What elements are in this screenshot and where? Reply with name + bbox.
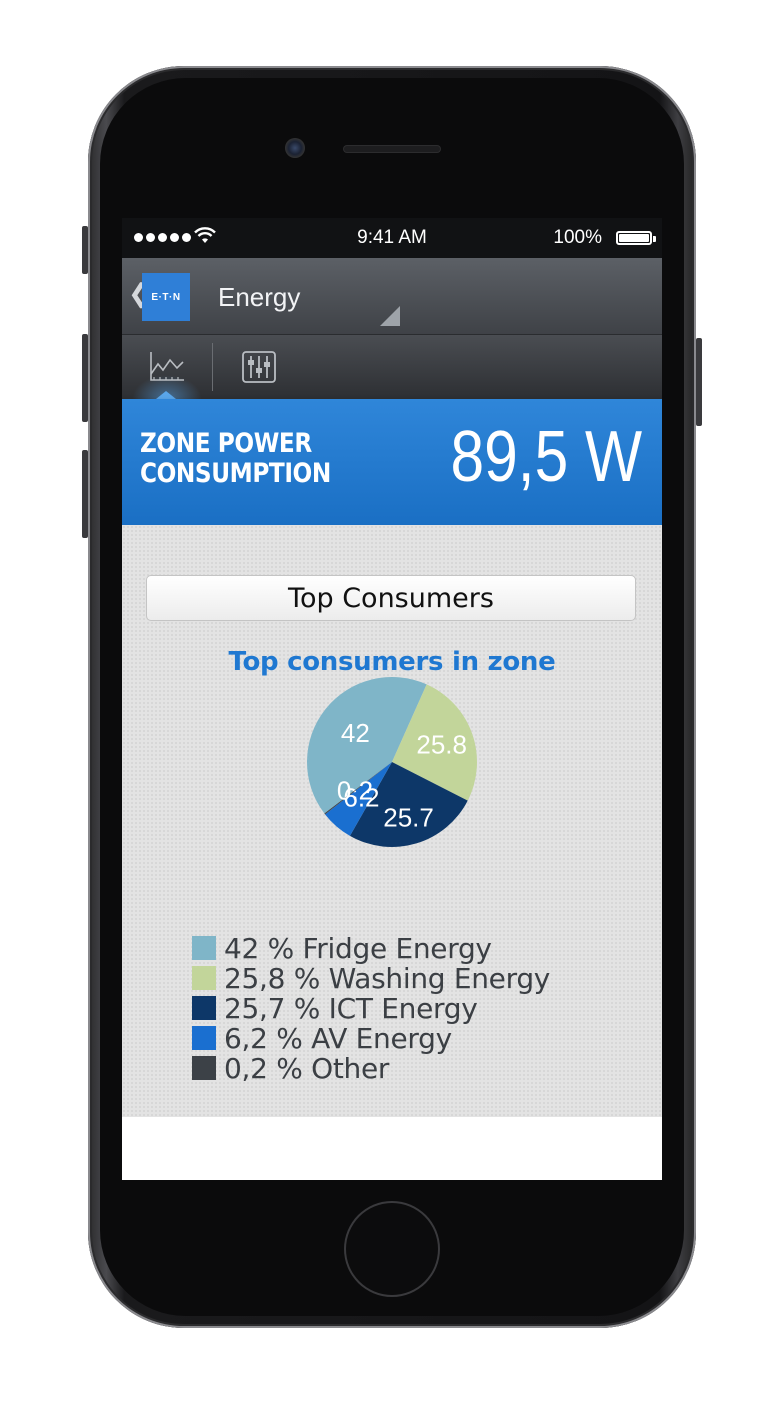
app-title: Energy <box>218 282 301 312</box>
legend-swatch <box>192 936 216 960</box>
app-bar: ❮ E·T·N Energy <box>122 258 662 335</box>
line-chart-icon <box>150 352 184 381</box>
zone-power-label-line1: ZONE POWER <box>140 428 312 459</box>
pie-slice-label: 0.2 <box>337 776 373 806</box>
eaton-logo[interactable]: E·T·N <box>142 273 190 321</box>
battery-percentage: 100% <box>553 227 602 248</box>
legend-item: 25,8 % Washing Energy <box>192 961 551 995</box>
home-button[interactable] <box>346 1203 438 1295</box>
legend-item: 0,2 % Other <box>192 1051 550 1085</box>
pie-slice-label: 25.7 <box>383 802 434 832</box>
front-camera <box>285 138 305 158</box>
legend-swatch <box>192 1026 216 1050</box>
volume-down-button <box>82 450 88 538</box>
zone-power-label-line2: CONSUMPTION <box>140 458 331 489</box>
pie-slice-label: 25.8 <box>416 729 467 759</box>
legend-label: 6,2 % AV Energy <box>224 1021 452 1055</box>
legend-label: 25,8 % Washing Energy <box>224 961 551 995</box>
chart-legend: 42 % Fridge Energy 25,8 % Washing Energy 2… <box>192 931 551 1085</box>
content-area: Top Consumers Top consumers in zone 42 25… <box>122 525 662 1117</box>
power-button <box>696 338 702 426</box>
sliders-icon <box>242 351 276 383</box>
battery-tip <box>653 236 656 242</box>
status-bar: 9:41 AM 100% <box>122 218 662 258</box>
pie-slice-label: 42 <box>341 718 370 748</box>
tab-chart[interactable] <box>122 335 212 399</box>
volume-up-button <box>82 334 88 422</box>
tab-bar <box>122 335 662 399</box>
zone-power-banner: ZONE POWER CONSUMPTION 89,5 W <box>122 399 662 525</box>
dropdown-triangle-icon[interactable] <box>380 306 400 326</box>
active-tab-indicator <box>156 391 176 399</box>
tab-sliders[interactable] <box>214 335 304 399</box>
mute-switch <box>82 226 88 274</box>
legend-item: 6,2 % AV Energy <box>192 1021 550 1055</box>
tab-divider <box>212 343 213 391</box>
legend-swatch <box>192 1056 216 1080</box>
battery-icon <box>616 231 652 245</box>
legend-label: 42 % Fridge Energy <box>224 931 492 965</box>
zone-power-label: ZONE POWER CONSUMPTION <box>140 429 331 489</box>
screen-bottom-blank <box>122 1117 662 1180</box>
legend-item: 25,7 % ICT Energy <box>192 991 550 1025</box>
legend-label: 25,7 % ICT Energy <box>224 991 478 1025</box>
legend-swatch <box>192 996 216 1020</box>
legend-item: 42 % Fridge Energy <box>192 931 550 965</box>
legend-swatch <box>192 966 216 990</box>
screen: 9:41 AM 100% ❮ E·T·N Energy ZONE POWER C… <box>122 218 662 1180</box>
legend-label: 0,2 % Other <box>224 1051 390 1085</box>
earpiece-speaker <box>344 146 440 152</box>
zone-power-value: 89,5 W <box>450 417 642 497</box>
